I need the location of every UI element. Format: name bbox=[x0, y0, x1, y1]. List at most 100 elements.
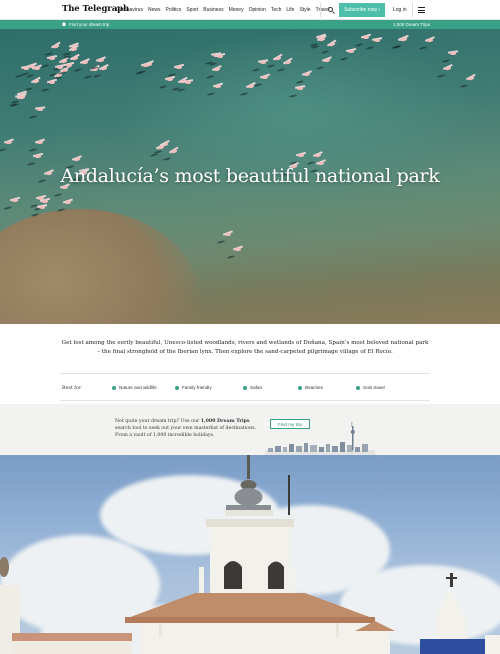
flamingo bbox=[46, 55, 58, 60]
page-title: Andalucía’s most beautiful national park bbox=[60, 165, 440, 187]
flamingo-shadow bbox=[295, 79, 304, 84]
best-for-beaches[interactable]: Beaches bbox=[298, 385, 323, 390]
city-skyline-illustration bbox=[265, 422, 375, 455]
flamingo bbox=[294, 85, 306, 90]
flamingo-shadow bbox=[266, 63, 275, 68]
flamingo bbox=[31, 77, 42, 85]
flamingo bbox=[259, 73, 270, 79]
family-icon bbox=[175, 385, 179, 390]
dream-trips-bar: Find your dream trip 1,000 Dream Trips bbox=[0, 20, 500, 29]
flamingo bbox=[36, 204, 47, 209]
nav-item-style[interactable]: Style bbox=[299, 7, 310, 13]
flamingo-shadow bbox=[288, 94, 298, 99]
nav-item-opinion[interactable]: Opinion bbox=[249, 7, 266, 13]
flamingo bbox=[72, 155, 83, 162]
flamingo bbox=[283, 57, 294, 65]
flamingo-shadow bbox=[3, 205, 12, 210]
el-rocio-church-image bbox=[0, 455, 500, 654]
binoculars-icon bbox=[243, 385, 247, 390]
flamingo-shadow bbox=[216, 240, 225, 245]
flamingo bbox=[313, 150, 324, 158]
flamingo-shadow bbox=[92, 73, 101, 78]
flamingo bbox=[424, 36, 436, 43]
home-icon[interactable] bbox=[62, 22, 66, 26]
promo-text: Not quite your dream trip? Use our 1,000… bbox=[115, 418, 265, 439]
nav-item-money[interactable]: Money bbox=[229, 7, 244, 13]
flamingo-shadow bbox=[277, 67, 286, 72]
nav-item-business[interactable]: Business bbox=[203, 7, 223, 13]
best-for-item-label: Nature and wildlife bbox=[119, 385, 157, 390]
flamingo bbox=[245, 81, 256, 89]
promo-text-bold: 1,000 Dream Trips bbox=[200, 419, 250, 424]
flamingo bbox=[35, 106, 46, 112]
flamingo-shadow bbox=[205, 74, 215, 79]
nav-item-politics[interactable]: Politics bbox=[165, 7, 181, 13]
best-for-family[interactable]: Family friendly bbox=[175, 385, 212, 390]
best-for-item-label: Family friendly bbox=[182, 385, 212, 390]
hamburger-menu-icon[interactable] bbox=[418, 7, 425, 13]
flamingo bbox=[360, 34, 371, 40]
search-icon[interactable] bbox=[325, 4, 337, 16]
subscribe-button[interactable]: Subscribe now › bbox=[339, 3, 385, 17]
nav-scroll-right-icon[interactable]: › bbox=[316, 6, 318, 12]
flamingo-shadow bbox=[418, 46, 427, 51]
best-for-item-label: Safari bbox=[250, 385, 263, 390]
find-dream-trip-link[interactable]: Find your dream trip bbox=[69, 22, 109, 27]
flamingo-shadow bbox=[206, 91, 216, 96]
nav-item-news[interactable]: News bbox=[148, 7, 161, 13]
flamingo-shadow bbox=[83, 75, 92, 80]
flamingo bbox=[9, 196, 20, 203]
flamingo bbox=[62, 198, 73, 204]
nav-item-sport[interactable]: Sport bbox=[186, 7, 198, 13]
best-for-solo[interactable]: Solo travel bbox=[356, 385, 385, 390]
flamingo-shadow bbox=[29, 148, 38, 153]
flamingo bbox=[64, 61, 75, 67]
flamingo bbox=[443, 63, 454, 71]
flamingo-shadow bbox=[134, 71, 144, 76]
flamingo-shadow bbox=[158, 85, 167, 90]
login-link[interactable]: Log in bbox=[393, 7, 407, 13]
section-nav: Coronavirus News Politics Sport Business… bbox=[116, 7, 334, 13]
dream-trips-link[interactable]: 1,000 Dream Trips bbox=[393, 22, 430, 27]
best-for-nature[interactable]: Nature and wildlife bbox=[112, 385, 157, 390]
flamingo bbox=[79, 58, 90, 65]
top-navigation: The Telegraph Coronavirus News Politics … bbox=[0, 0, 500, 20]
flamingo-shadow bbox=[310, 45, 319, 50]
flamingo bbox=[466, 73, 477, 82]
flamingo-shadow bbox=[149, 153, 158, 158]
flamingo-shadow bbox=[208, 61, 218, 67]
flamingo bbox=[295, 151, 306, 157]
dream-trips-promo: Not quite your dream trip? Use our 1,000… bbox=[0, 404, 500, 455]
flamingo-shadow bbox=[0, 147, 7, 152]
flamingo-shadow bbox=[354, 43, 363, 48]
nav-item-tech[interactable]: Tech bbox=[271, 7, 282, 13]
promo-text-start: Not quite your dream trip? Use our bbox=[115, 419, 201, 424]
flamingo-shadow bbox=[251, 67, 261, 72]
flamingo-shadow bbox=[321, 50, 330, 55]
flamingo bbox=[316, 35, 327, 43]
best-for-safari[interactable]: Safari bbox=[243, 385, 262, 390]
flamingo-shadow bbox=[460, 84, 469, 89]
solo-traveller-icon bbox=[356, 385, 360, 390]
flamingo-shadow bbox=[162, 157, 171, 162]
flamingo bbox=[257, 58, 269, 64]
best-for-item-label: Solo travel bbox=[363, 385, 385, 390]
flamingo bbox=[168, 146, 179, 155]
flamingo-shadow bbox=[391, 45, 400, 50]
flamingo-shadow bbox=[441, 58, 450, 63]
flamingo bbox=[46, 78, 58, 85]
flamingo bbox=[222, 230, 233, 237]
flamingo-shadow bbox=[239, 91, 248, 96]
flamingo-shadow bbox=[29, 115, 38, 120]
flamingo bbox=[140, 61, 151, 68]
flamingo-shadow bbox=[315, 65, 324, 70]
flamingo bbox=[212, 82, 223, 88]
tree-icon bbox=[112, 385, 116, 390]
flamingo bbox=[183, 78, 194, 84]
flamingo bbox=[50, 42, 61, 50]
nav-item-coronavirus[interactable]: Coronavirus bbox=[116, 7, 143, 13]
nav-item-life[interactable]: Life bbox=[286, 7, 294, 13]
flamingo bbox=[232, 245, 243, 251]
flamingo bbox=[164, 76, 175, 81]
flamingo bbox=[174, 63, 185, 69]
